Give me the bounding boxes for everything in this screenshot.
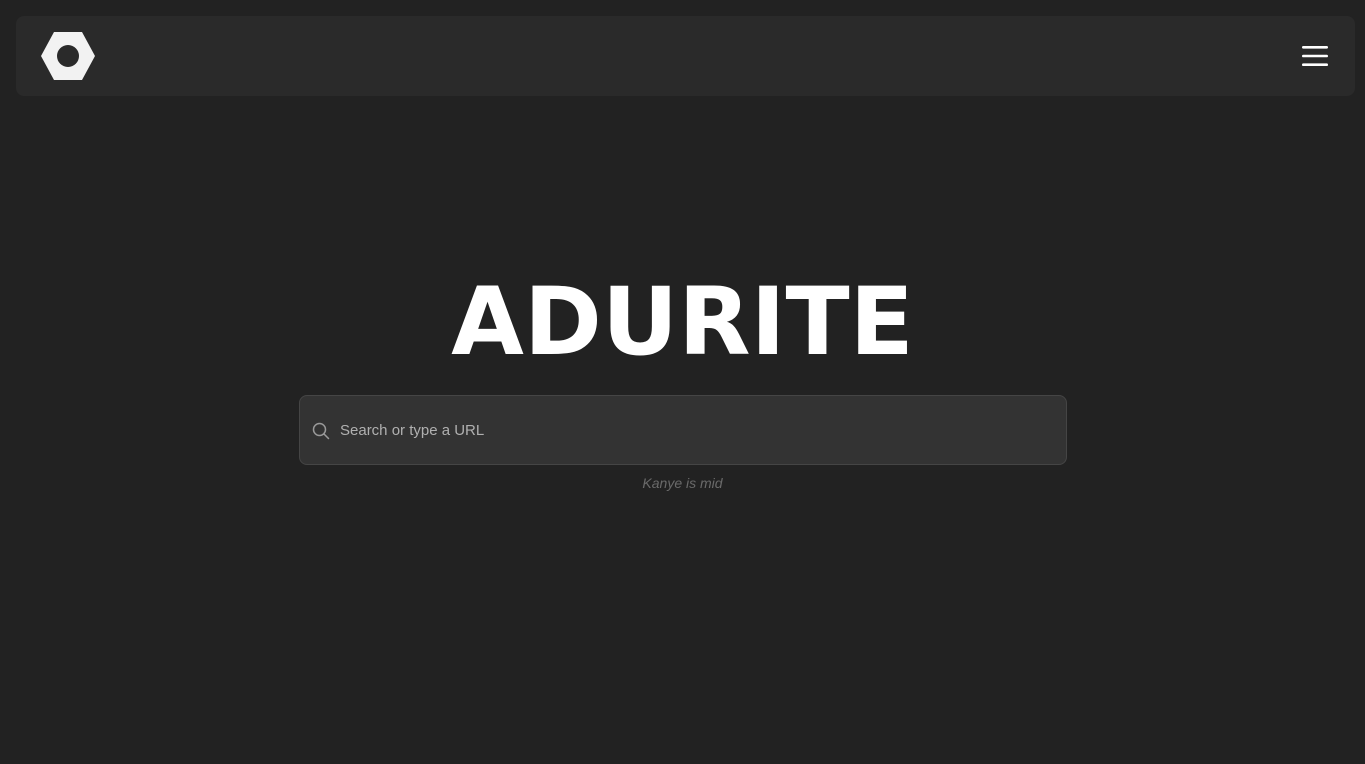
search-input[interactable]	[340, 396, 1055, 464]
tagline: Kanye is mid	[642, 475, 723, 491]
hexagon-logo-icon[interactable]	[41, 32, 95, 80]
top-navbar	[16, 16, 1355, 96]
search-icon	[312, 422, 330, 440]
hamburger-menu-icon[interactable]	[1302, 44, 1328, 68]
page-title: ADURITE	[451, 268, 914, 377]
search-bar[interactable]	[299, 395, 1067, 465]
